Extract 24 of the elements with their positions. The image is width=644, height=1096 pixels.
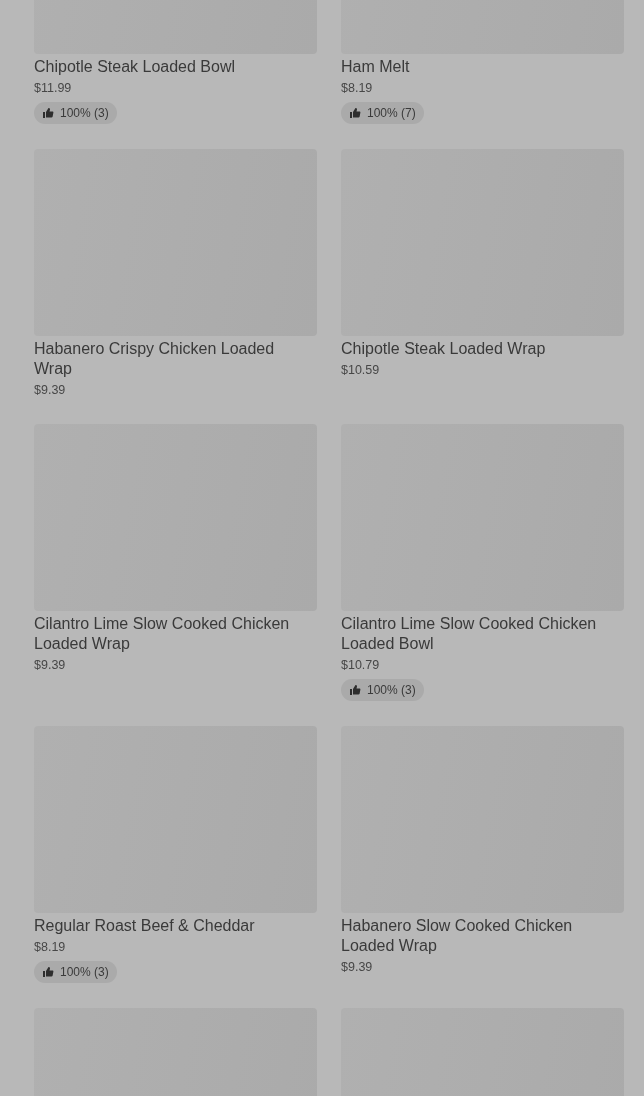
thumbs-up-icon — [349, 684, 361, 696]
item-price: $8.19 — [341, 80, 373, 97]
thumbs-up-icon — [42, 107, 54, 119]
rating-text: 100% (3) — [60, 965, 109, 979]
item-name: Cilantro Lime Slow Cooked Chicken Loaded Bowl — [341, 614, 598, 654]
item-name: Habanero Crispy Chicken Loaded Wrap — [34, 339, 276, 379]
item-price: $10.59 — [341, 362, 380, 379]
item-name: Cilantro Lime Slow Cooked Chicken Loaded Wrap — [34, 614, 291, 654]
thumbs-up-icon — [349, 107, 361, 119]
item-name: Habanero Slow Cooked Chicken Loaded Wrap — [341, 916, 574, 956]
item-price: $11.99 — [34, 80, 72, 97]
item-price: $9.39 — [341, 959, 373, 976]
rating-text: 100% (3) — [367, 683, 416, 697]
item-name: Ham Melt — [341, 57, 411, 77]
rating-text: 100% (3) — [60, 106, 109, 120]
item-price: $9.39 — [34, 382, 66, 399]
item-price: $8.19 — [34, 939, 66, 956]
rating-text: 100% (7) — [367, 106, 416, 120]
item-price: $10.79 — [341, 657, 380, 674]
item-name: Regular Roast Beef & Cheddar — [34, 916, 256, 936]
item-name: Chipotle Steak Loaded Wrap — [341, 339, 547, 359]
item-price: $9.39 — [34, 657, 66, 674]
thumbs-up-icon — [42, 966, 54, 978]
item-name: Chipotle Steak Loaded Bowl — [34, 57, 237, 77]
